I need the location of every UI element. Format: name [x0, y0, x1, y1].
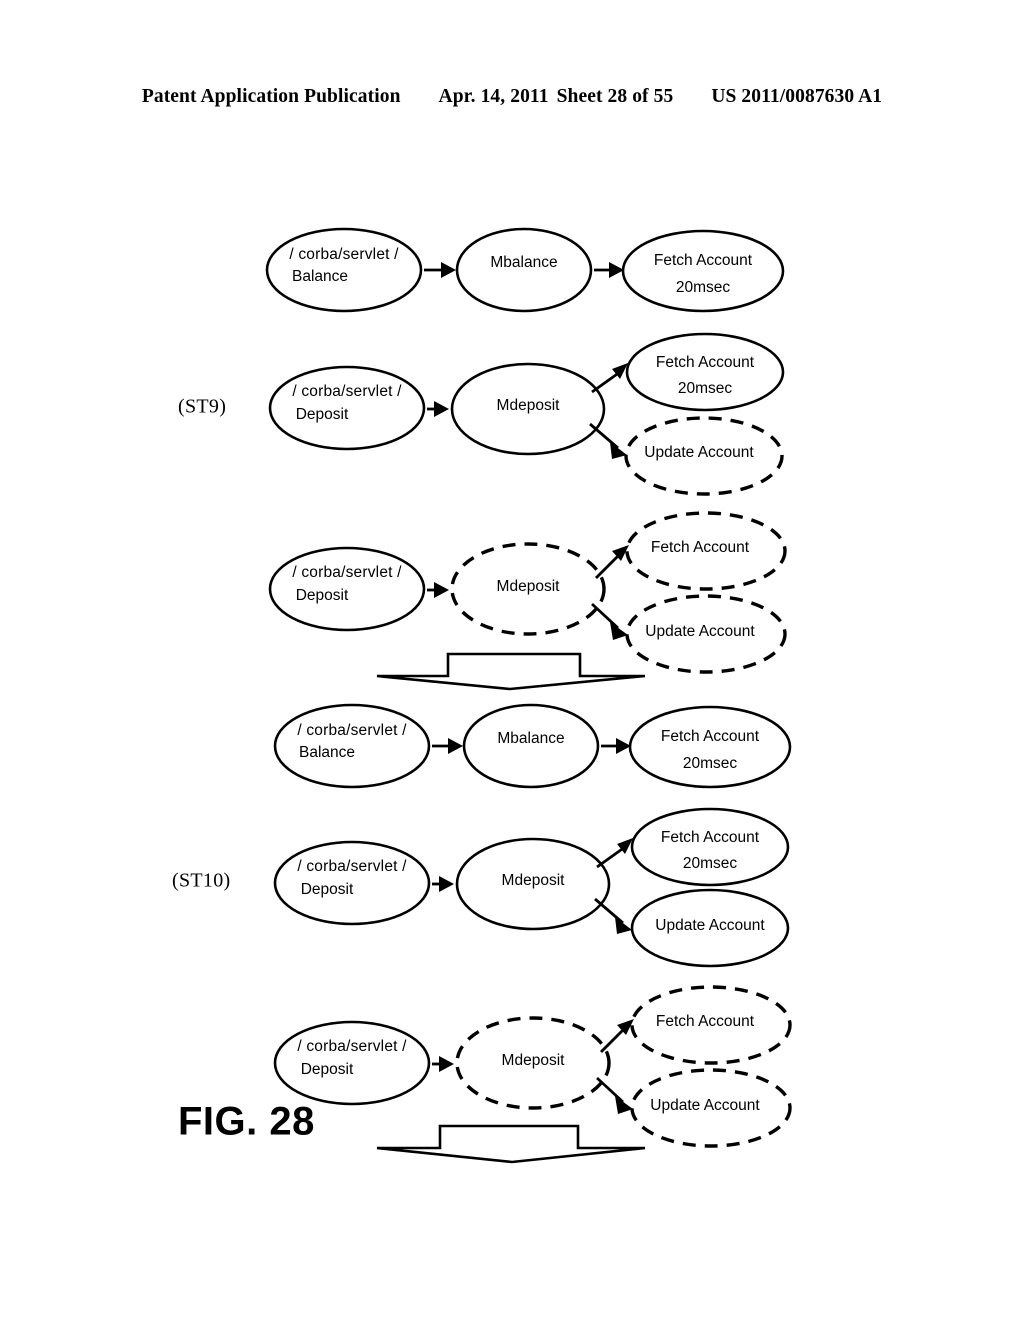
arrowhead-mdeposit-to-update [610, 622, 628, 640]
node-label-20msec: 20msec [678, 380, 733, 397]
node-label-mdeposit: Mdeposit [497, 578, 561, 595]
section-divider-down-arrow [376, 1124, 646, 1164]
node-label-corba-servlet: / corba/servlet / [292, 383, 402, 400]
row-st9-deposit-dashed: / corba/servlet / Deposit Mdeposit Fetch… [268, 511, 787, 674]
node-label-mbalance: Mbalance [490, 254, 557, 271]
node-ellipse-fetch-account [621, 229, 785, 313]
step-label-st9: (ST9) [178, 396, 226, 418]
figure-28-diagram: (ST9) / corba/servlet / Balance Mbalance… [0, 0, 1024, 1320]
figure-label: FIG. 28 [178, 1100, 315, 1144]
node-label-mdeposit: Mdeposit [502, 1052, 566, 1069]
node-label-corba-servlet: / corba/servlet / [289, 246, 399, 263]
node-label-deposit: Deposit [296, 406, 349, 423]
arrowhead-balance-to-mbalance [448, 738, 463, 754]
node-label-fetch-account: Fetch Account [661, 728, 760, 745]
section-divider-down-arrow [376, 652, 646, 691]
arrowhead-balance-to-mbalance [441, 262, 456, 278]
row-st10-deposit: / corba/servlet / Deposit Mdeposit Fetch… [273, 807, 790, 968]
connector-mdeposit-to-update [594, 897, 624, 925]
row-st10-balance: / corba/servlet / Balance Mbalance Fetch… [273, 703, 792, 789]
node-label-mdeposit: Mdeposit [497, 397, 561, 414]
row-st9-balance: / corba/servlet / Balance Mbalance Fetch… [265, 227, 785, 313]
arrowhead-mdeposit-to-update [615, 1096, 633, 1114]
node-label-mdeposit: Mdeposit [502, 872, 566, 889]
arrowhead-deposit-to-mdeposit [434, 582, 449, 598]
node-label-20msec: 20msec [683, 855, 738, 872]
connector-mdeposit-to-update [596, 1076, 624, 1104]
node-label-corba-servlet: / corba/servlet / [297, 722, 407, 739]
node-label-deposit: Deposit [301, 881, 354, 898]
node-label-20msec: 20msec [676, 279, 731, 296]
node-ellipse-fetch-account [630, 807, 790, 887]
step-label-st10: (ST10) [172, 870, 230, 892]
node-label-balance: Balance [299, 744, 355, 761]
node-label-fetch-account: Fetch Account [656, 354, 755, 371]
row-st9-deposit: / corba/servlet / Deposit Mdeposit Fetch… [268, 332, 785, 496]
node-label-mbalance: Mbalance [497, 730, 564, 747]
node-label-fetch-account: Fetch Account [656, 1013, 755, 1030]
node-label-update-account: Update Account [644, 444, 754, 461]
node-label-fetch-account: Fetch Account [654, 252, 753, 269]
node-ellipse-fetch-account [628, 705, 792, 789]
node-label-fetch-account: Fetch Account [661, 829, 760, 846]
connector-mdeposit-to-update [591, 602, 619, 630]
connector-mdeposit-to-fetch [595, 553, 621, 579]
node-label-corba-servlet: / corba/servlet / [292, 564, 402, 581]
node-label-update-account: Update Account [655, 917, 765, 934]
arrowhead-deposit-to-mdeposit [434, 401, 449, 417]
node-label-corba-servlet: / corba/servlet / [297, 1038, 407, 1055]
connector-mdeposit-to-fetch [596, 845, 626, 869]
node-label-update-account: Update Account [650, 1097, 760, 1114]
node-label-deposit: Deposit [296, 587, 349, 604]
node-label-update-account: Update Account [645, 623, 755, 640]
node-label-20msec: 20msec [683, 755, 738, 772]
arrowhead-deposit-to-mdeposit [439, 1056, 454, 1072]
connector-mdeposit-to-update [589, 422, 619, 450]
node-label-corba-servlet: / corba/servlet / [297, 858, 407, 875]
node-label-fetch-account: Fetch Account [651, 539, 750, 556]
row-st10-deposit-dashed: / corba/servlet / Deposit Mdeposit Fetch… [273, 985, 792, 1148]
node-ellipse-fetch-account [625, 332, 785, 412]
arrowhead-mdeposit-to-update [615, 917, 632, 934]
node-label-deposit: Deposit [301, 1061, 354, 1078]
arrowhead-deposit-to-mdeposit [439, 876, 454, 892]
node-label-balance: Balance [292, 268, 348, 285]
connector-mdeposit-to-fetch [591, 370, 621, 394]
connector-mdeposit-to-fetch [600, 1027, 626, 1053]
